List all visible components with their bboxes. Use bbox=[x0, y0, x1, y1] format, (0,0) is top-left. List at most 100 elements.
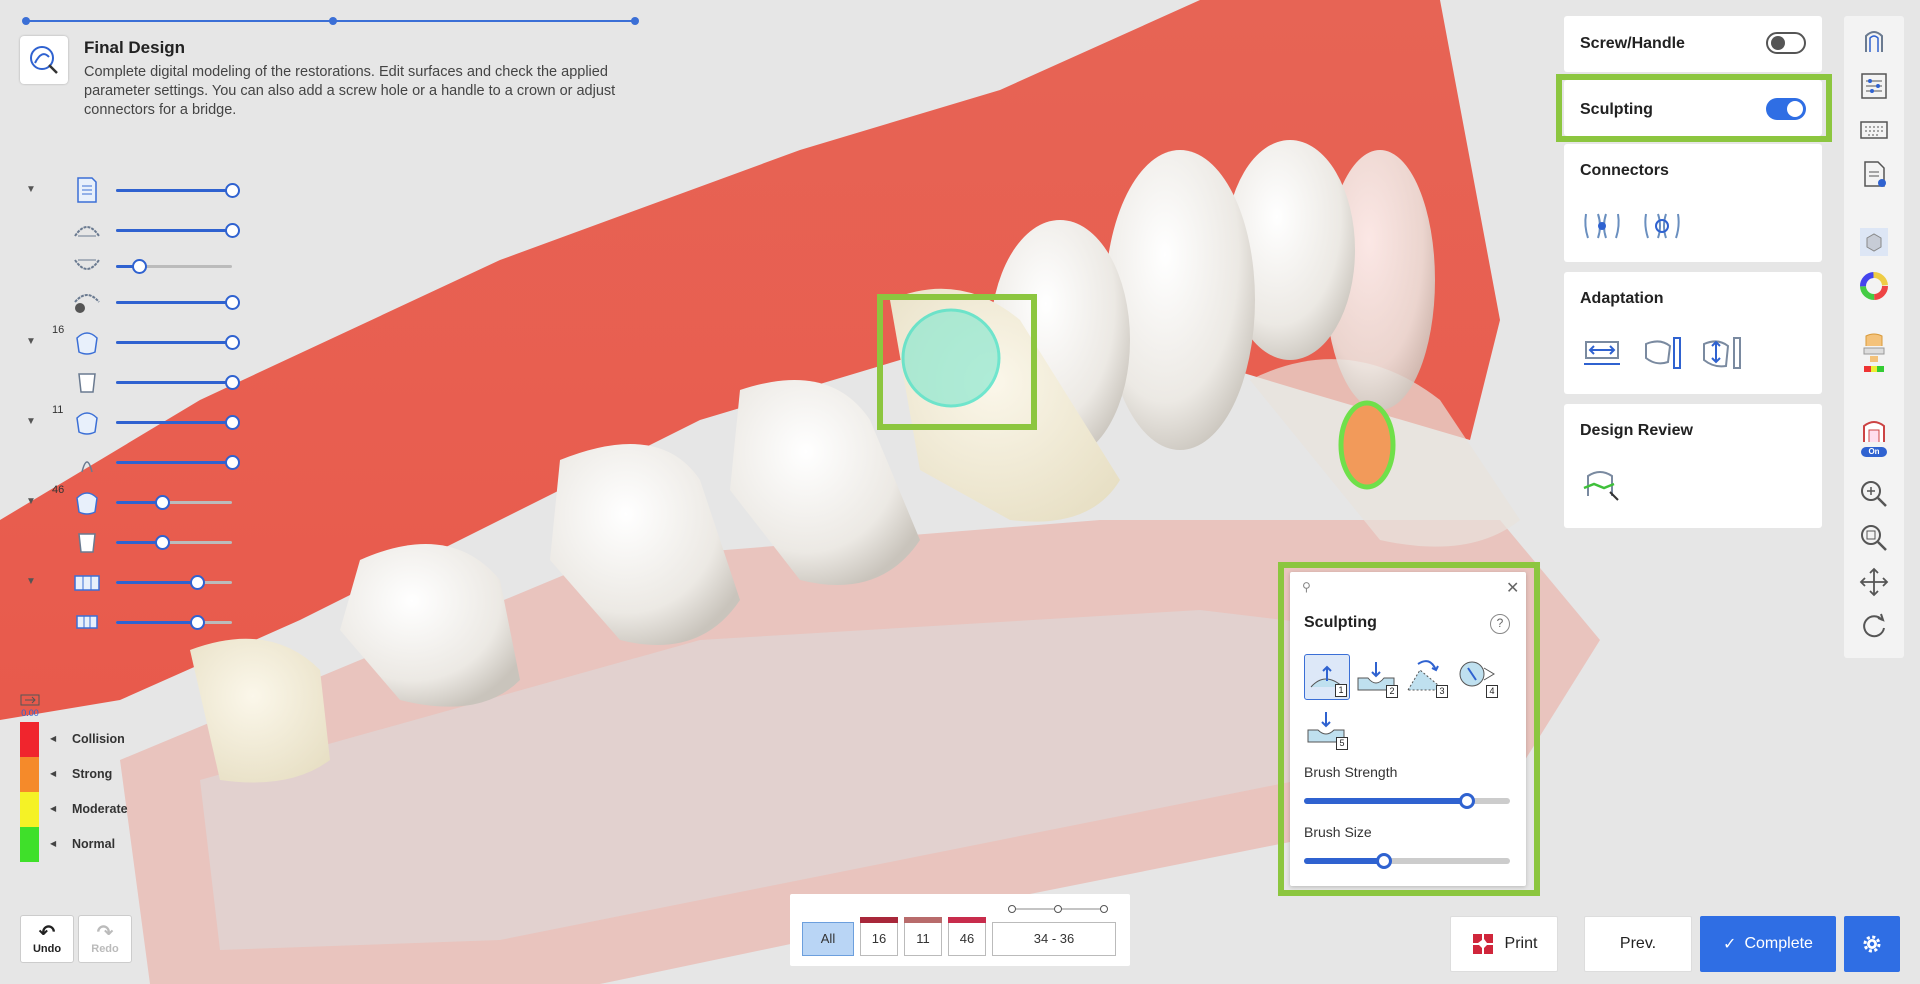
transparency-slider[interactable] bbox=[116, 495, 232, 510]
legend-swatch bbox=[20, 827, 39, 862]
tooth-on-icon[interactable]: On bbox=[1858, 420, 1890, 460]
filter-tooth-label: 16 bbox=[871, 931, 887, 946]
legend-label: Normal bbox=[72, 837, 116, 851]
undo-label: Undo bbox=[32, 943, 62, 955]
settings-sliders-icon[interactable] bbox=[1858, 70, 1890, 102]
bridge-base-icon[interactable] bbox=[72, 608, 102, 636]
zoom-in-icon[interactable] bbox=[1858, 478, 1890, 510]
margin-icon[interactable] bbox=[72, 448, 102, 476]
filter-range-label: 34 - 36 bbox=[1033, 931, 1075, 946]
tooth-number: 46 bbox=[52, 484, 65, 496]
tooth-prep-icon[interactable] bbox=[72, 368, 102, 396]
legend-item: ◀ Moderate bbox=[20, 792, 200, 827]
distance-scale-value: 0.00 bbox=[21, 708, 39, 718]
sculpting-dialog-highlight bbox=[1278, 562, 1540, 896]
document-icon[interactable] bbox=[72, 176, 102, 204]
filter-tooth-button[interactable]: 16 bbox=[860, 917, 898, 956]
print-button[interactable]: Print bbox=[1450, 916, 1558, 972]
undo-button[interactable]: ↶ Undo bbox=[20, 915, 74, 963]
crown-icon[interactable] bbox=[72, 328, 102, 356]
transparency-slider[interactable] bbox=[116, 295, 240, 310]
adapt-tool-3-icon[interactable] bbox=[1700, 334, 1744, 372]
collapse-caret-icon[interactable]: ▼ bbox=[26, 184, 36, 195]
transparency-slider[interactable] bbox=[116, 375, 240, 390]
collapse-caret-icon[interactable]: ▼ bbox=[26, 336, 36, 347]
print-label: Print bbox=[1504, 935, 1538, 952]
object-row bbox=[20, 248, 240, 284]
object-row bbox=[20, 212, 240, 248]
redo-label: Redo bbox=[91, 943, 119, 955]
color-wheel-icon[interactable] bbox=[1858, 270, 1890, 302]
object-row: ▼ 11 bbox=[20, 404, 240, 440]
step-description: Complete digital modeling of the restora… bbox=[84, 64, 616, 118]
bridge-icon[interactable] bbox=[72, 568, 102, 596]
keyboard-icon[interactable] bbox=[1858, 114, 1890, 146]
transparency-slider[interactable] bbox=[116, 575, 232, 590]
collapse-caret-icon[interactable]: ▼ bbox=[26, 496, 36, 507]
connector-tool-2-icon[interactable] bbox=[1640, 206, 1684, 244]
filter-all-label: All bbox=[820, 931, 836, 946]
screw-handle-toggle[interactable] bbox=[1766, 32, 1806, 54]
zoom-fit-icon[interactable] bbox=[1858, 522, 1890, 554]
legend-arrow-icon[interactable]: ◀ bbox=[50, 839, 56, 848]
filter-all-button[interactable]: All bbox=[802, 922, 854, 956]
filter-range-button[interactable]: 34 - 36 bbox=[992, 922, 1116, 956]
scan-icon[interactable] bbox=[1858, 26, 1890, 58]
print-logo-icon bbox=[1472, 934, 1493, 954]
settings-button[interactable] bbox=[1844, 916, 1900, 972]
object-row: ▼ 46 bbox=[20, 484, 240, 520]
object-row bbox=[20, 604, 240, 640]
legend-item: ◀ Normal bbox=[20, 827, 200, 862]
connector-tool-1-icon[interactable] bbox=[1580, 206, 1624, 244]
legend-item: ◀ Collision bbox=[20, 722, 200, 757]
prev-label: Prev. bbox=[1619, 935, 1657, 952]
transparency-slider[interactable] bbox=[116, 535, 232, 550]
lower-jaw-icon[interactable] bbox=[72, 252, 102, 280]
transparency-slider[interactable] bbox=[116, 335, 240, 350]
adaptation-panel: Adaptation bbox=[1564, 272, 1822, 394]
connectors-panel: Connectors bbox=[1564, 144, 1822, 262]
upper-jaw-icon[interactable] bbox=[72, 216, 102, 244]
move-icon[interactable] bbox=[1858, 566, 1890, 598]
gear-icon bbox=[1863, 935, 1881, 953]
tooth-on-badge: On bbox=[1861, 447, 1887, 457]
redo-button[interactable]: ↷ Redo bbox=[78, 915, 132, 963]
cube-view-icon[interactable] bbox=[1858, 226, 1890, 258]
workflow-progress bbox=[22, 17, 639, 25]
filter-tooth-label: 11 bbox=[916, 931, 930, 946]
tooth-prep-icon[interactable] bbox=[72, 528, 102, 556]
legend-arrow-icon[interactable]: ◀ bbox=[50, 804, 56, 813]
rotate-icon[interactable] bbox=[1858, 610, 1890, 642]
prev-button[interactable]: Prev. bbox=[1584, 916, 1692, 972]
collapse-caret-icon[interactable]: ▼ bbox=[26, 416, 36, 427]
adapt-tool-1-icon[interactable] bbox=[1580, 334, 1624, 372]
review-tool-icon[interactable] bbox=[1580, 466, 1624, 504]
design-review-panel: Design Review bbox=[1564, 404, 1822, 528]
range-slider[interactable] bbox=[1008, 902, 1108, 916]
right-toolbar: On bbox=[1844, 16, 1904, 658]
tooth-number: 16 bbox=[52, 324, 65, 336]
transparency-slider[interactable] bbox=[116, 455, 240, 470]
complete-button[interactable]: ✓ Complete bbox=[1700, 916, 1836, 972]
connectors-label: Connectors bbox=[1580, 162, 1669, 179]
adapt-tool-2-icon[interactable] bbox=[1640, 334, 1684, 372]
transparency-slider[interactable] bbox=[116, 615, 232, 630]
legend-swatch bbox=[20, 757, 39, 792]
object-row bbox=[20, 444, 240, 480]
transparency-slider[interactable] bbox=[116, 415, 240, 430]
transparency-slider[interactable] bbox=[116, 223, 240, 238]
report-icon[interactable] bbox=[1858, 158, 1890, 190]
legend-arrow-icon[interactable]: ◀ bbox=[50, 769, 56, 778]
transparency-slider[interactable] bbox=[116, 183, 240, 198]
legend-arrow-icon[interactable]: ◀ bbox=[50, 734, 56, 743]
crown-icon[interactable] bbox=[72, 488, 102, 516]
filter-tooth-button[interactable]: 11 bbox=[904, 917, 942, 956]
bite-scan-icon[interactable] bbox=[72, 288, 102, 316]
filter-tooth-button[interactable]: 46 bbox=[948, 917, 986, 956]
page-title: Final Design bbox=[84, 38, 186, 57]
tooth-color-icon[interactable] bbox=[1858, 332, 1890, 378]
transparency-slider[interactable] bbox=[116, 259, 232, 274]
collapse-caret-icon[interactable]: ▼ bbox=[26, 576, 36, 587]
distance-scale-icon[interactable]: 0.00 bbox=[20, 694, 40, 718]
crown-icon[interactable] bbox=[72, 408, 102, 436]
